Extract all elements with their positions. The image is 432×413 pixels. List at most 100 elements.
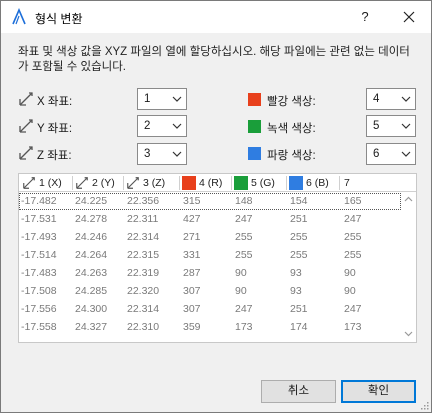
table-cell: 93: [290, 267, 302, 279]
table-cell: 22.319: [127, 267, 160, 279]
table-cell: -17.508: [21, 285, 57, 297]
red-color-label: 빨강 색상:: [267, 96, 316, 108]
z-axis-icon: [127, 177, 139, 189]
blue-swatch: [248, 147, 261, 160]
green-color-label: 녹색 색상:: [267, 123, 316, 135]
z-axis-icon: [19, 146, 33, 160]
column-header-label: 5 (G): [251, 177, 275, 189]
x-axis-icon: [19, 92, 33, 106]
table-cell: 154: [290, 195, 308, 207]
green-column-select[interactable]: 5: [366, 115, 416, 137]
chevron-down-icon: [172, 151, 182, 157]
table-cell: 22.320: [127, 285, 160, 297]
table-cell: 307: [183, 303, 201, 315]
resize-grip-icon[interactable]: [419, 400, 429, 410]
table-cell: 24.225: [75, 195, 108, 207]
table-row[interactable]: -17.493 24.246 22.314 271 255 255 255: [19, 229, 401, 246]
y-axis-icon: [19, 119, 33, 133]
chevron-down-icon: [401, 96, 411, 102]
y-column-select[interactable]: 2: [137, 115, 187, 137]
table-cell: -17.482: [21, 195, 57, 207]
chevron-down-icon: [401, 151, 411, 157]
table-cell: 359: [183, 321, 201, 333]
close-icon[interactable]: [397, 5, 421, 29]
table-cell: 251: [290, 213, 308, 225]
column-divider[interactable]: [72, 176, 73, 190]
table-cell: 22.311: [127, 213, 159, 225]
table-cell: 331: [183, 249, 201, 261]
vertical-scrollbar[interactable]: [401, 192, 416, 342]
y-column-value: 2: [144, 120, 151, 132]
table-cell: 271: [183, 231, 201, 243]
table-row[interactable]: -17.531 24.278 22.311 427 247 251 247: [19, 211, 401, 228]
table-cell: -17.531: [21, 213, 57, 225]
table-row[interactable]: -17.508 24.285 22.320 307 90 93 90: [19, 283, 401, 300]
chevron-down-icon: [172, 96, 182, 102]
table-cell: 24.300: [75, 303, 108, 315]
column-header-label: 2 (Y): [92, 177, 115, 189]
table-cell: 24.327: [75, 321, 108, 333]
table-cell: 255: [235, 231, 253, 243]
table-cell: 247: [344, 213, 362, 225]
x-column-select[interactable]: 1: [137, 88, 187, 110]
red-column-select[interactable]: 4: [366, 88, 416, 110]
column-header-label: 6 (B): [306, 177, 329, 189]
archicad-logo-icon: [12, 8, 26, 25]
chevron-down-icon: [172, 123, 182, 129]
table-cell: 315: [183, 195, 201, 207]
table-row[interactable]: -17.558 24.327 22.310 359 173 174 173: [19, 319, 401, 336]
column-header-label: 4 (R): [199, 177, 223, 189]
x-column-value: 1: [144, 93, 151, 105]
table-cell: 24.285: [75, 285, 108, 297]
table-cell: 22.314: [127, 303, 160, 315]
intro-text: 좌표 및 색상 값을 XYZ 파일의 열에 할당하십시오. 해당 파일에는 관련…: [18, 46, 410, 73]
table-row[interactable]: -17.556 24.300 22.314 307 247 251 247: [19, 301, 401, 318]
table-cell: 173: [344, 321, 362, 333]
dialog-title: 형식 변환: [35, 12, 83, 26]
column-divider[interactable]: [179, 176, 180, 190]
table-cell: 22.315: [127, 249, 160, 261]
red-column-value: 4: [373, 93, 380, 105]
y-axis-icon: [76, 177, 88, 189]
scroll-down-icon[interactable]: [404, 331, 413, 337]
table-cell: 255: [344, 249, 362, 261]
table-cell: 22.310: [127, 321, 160, 333]
table-cell: 255: [344, 231, 362, 243]
column-header-label: 3 (Z): [143, 177, 166, 189]
table-cell: -17.558: [21, 321, 57, 333]
table-row[interactable]: -17.482 24.225 22.356 315 148 154 165: [19, 193, 401, 210]
table-header: 1 (X) 2 (Y) 3 (Z) 4 (R) 5 (G) 6 (B) 7: [19, 174, 416, 192]
ok-button[interactable]: 확인: [341, 380, 416, 403]
x-coordinate-label: X 좌표:: [37, 96, 73, 108]
table-cell: 247: [344, 303, 362, 315]
table-cell: 255: [290, 249, 308, 261]
z-column-select[interactable]: 3: [137, 143, 187, 165]
table-cell: 287: [183, 267, 201, 279]
convert-format-dialog: 형식 변환 ? 좌표 및 색상 값을 XYZ 파일의 열에 할당하십시오. 해당…: [0, 0, 432, 413]
table-row[interactable]: -17.514 24.264 22.315 331 255 255 255: [19, 247, 401, 264]
blue-column-select[interactable]: 6: [366, 143, 416, 165]
table-cell: 93: [290, 285, 302, 297]
table-cell: -17.556: [21, 303, 57, 315]
column-divider[interactable]: [339, 176, 340, 190]
table-cell: 90: [344, 285, 356, 297]
table-cell: 173: [235, 321, 253, 333]
title-bar[interactable]: 형식 변환 ?: [1, 1, 431, 33]
red-swatch: [182, 176, 196, 190]
cancel-button[interactable]: 취소: [261, 380, 336, 403]
table-cell: 24.246: [75, 231, 108, 243]
table-cell: 148: [235, 195, 253, 207]
help-button[interactable]: ?: [353, 5, 377, 29]
data-preview-table[interactable]: 1 (X) 2 (Y) 3 (Z) 4 (R) 5 (G) 6 (B) 7 -1…: [18, 173, 417, 343]
table-row[interactable]: -17.483 24.263 22.319 287 90 93 90: [19, 265, 401, 282]
column-divider[interactable]: [231, 176, 232, 190]
y-coordinate-label: Y 좌표:: [37, 123, 73, 135]
scroll-up-icon[interactable]: [404, 196, 413, 202]
table-cell: 255: [235, 249, 253, 261]
table-cell: -17.493: [21, 231, 57, 243]
column-divider[interactable]: [286, 176, 287, 190]
table-cell: 251: [290, 303, 308, 315]
column-divider[interactable]: [123, 176, 124, 190]
table-cell: -17.483: [21, 267, 57, 279]
chevron-down-icon: [401, 123, 411, 129]
